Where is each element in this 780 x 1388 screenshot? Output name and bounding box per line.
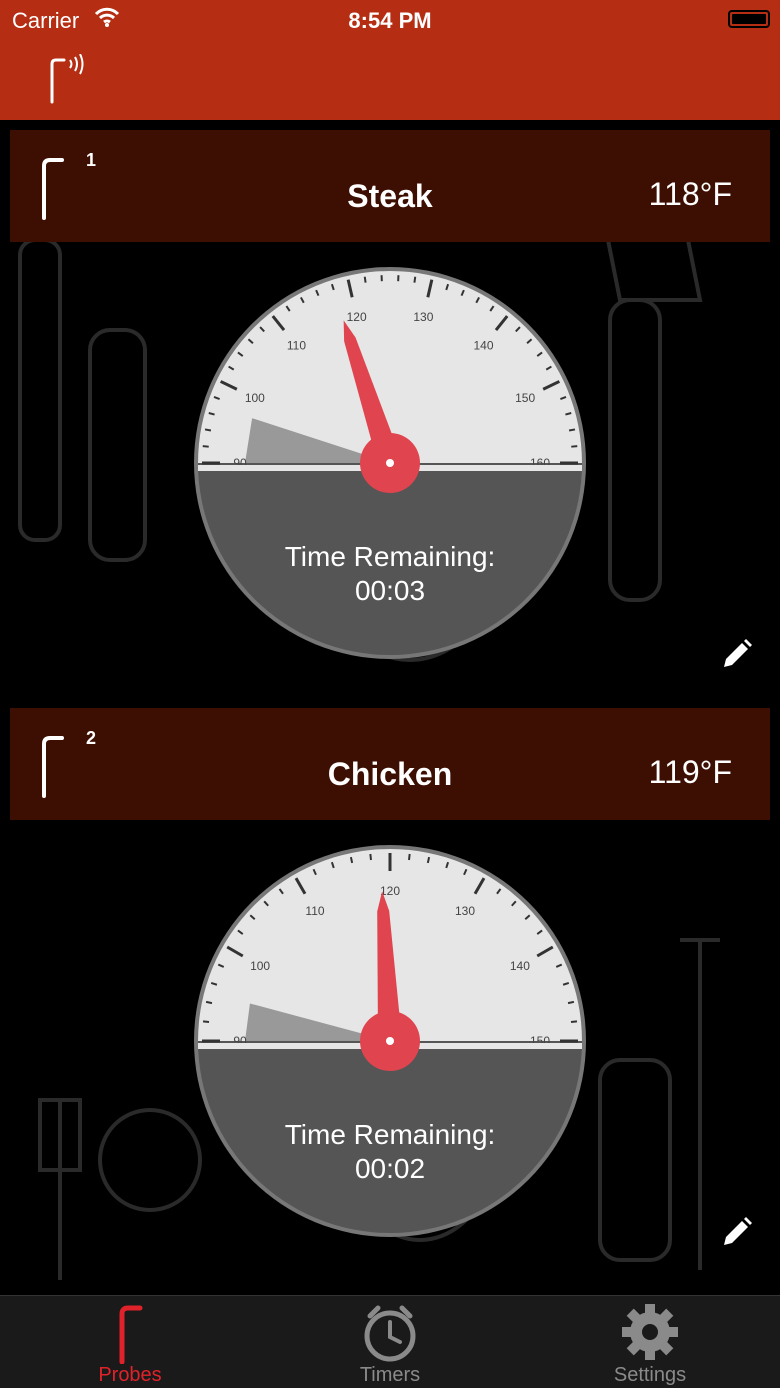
tick-label: 100	[245, 391, 265, 405]
probe-card-header[interactable]: 2 Chicken 119°F	[10, 708, 770, 820]
minor-tick	[365, 277, 366, 283]
minor-tick	[206, 1002, 212, 1003]
minor-tick	[571, 446, 577, 447]
probe-card-header[interactable]: 1 Steak 118°F	[10, 130, 770, 242]
clock: 8:54 PM	[0, 8, 780, 34]
needle-pivot	[386, 1037, 394, 1045]
tick-label: 100	[250, 959, 270, 973]
probe-signal-icon[interactable]	[44, 54, 90, 109]
probe-temperature: 118°F	[649, 176, 732, 213]
edit-button[interactable]	[718, 637, 754, 673]
tick-label: 130	[455, 904, 475, 918]
tick-label: 140	[474, 339, 494, 353]
tab-bar: Probes Timers Settings	[0, 1295, 780, 1388]
time-remaining-label: Time Remaining:	[190, 541, 590, 573]
edit-button[interactable]	[718, 1215, 754, 1251]
probe-temperature: 119°F	[649, 754, 732, 791]
temperature-gauge: 90100110120130140150 Time Remaining: 00:…	[190, 841, 590, 1241]
minor-tick	[409, 854, 410, 860]
minor-tick	[203, 1021, 209, 1022]
minor-tick	[370, 854, 371, 860]
nav-bar	[0, 40, 780, 120]
minor-tick	[571, 1021, 577, 1022]
probe-number: 2	[86, 728, 96, 749]
time-remaining-label: Time Remaining:	[190, 1119, 590, 1151]
tab-settings[interactable]: Settings	[550, 1296, 750, 1388]
tick-label: 150	[515, 391, 535, 405]
gear-icon	[620, 1302, 680, 1364]
stopwatch-icon	[360, 1302, 420, 1364]
tick-label: 110	[305, 904, 324, 918]
probe-number: 1	[86, 150, 96, 171]
time-remaining-value: 00:02	[190, 1153, 590, 1185]
minor-tick	[414, 277, 415, 283]
probe-icon	[100, 1302, 160, 1364]
minor-tick	[203, 446, 209, 447]
tick-label: 130	[413, 310, 433, 324]
battery-icon	[728, 10, 770, 28]
tick-label: 110	[287, 339, 306, 353]
minor-tick	[569, 429, 575, 430]
minor-tick	[568, 1002, 574, 1003]
tick-label: 120	[347, 310, 367, 324]
temperature-gauge: 90100110120130140150160 Time Remaining: …	[190, 263, 590, 663]
minor-tick	[205, 429, 211, 430]
tab-timers[interactable]: Timers	[290, 1296, 490, 1388]
tick-label: 140	[510, 959, 530, 973]
status-bar: Carrier 8:54 PM	[0, 0, 780, 40]
tab-label: Settings	[550, 1364, 750, 1387]
tab-label: Timers	[290, 1364, 490, 1387]
minor-tick	[351, 857, 352, 863]
needle-pivot	[386, 459, 394, 467]
time-remaining-value: 00:03	[190, 575, 590, 607]
minor-tick	[428, 857, 429, 863]
tab-label: Probes	[30, 1364, 230, 1387]
tab-probes[interactable]: Probes	[30, 1296, 230, 1388]
